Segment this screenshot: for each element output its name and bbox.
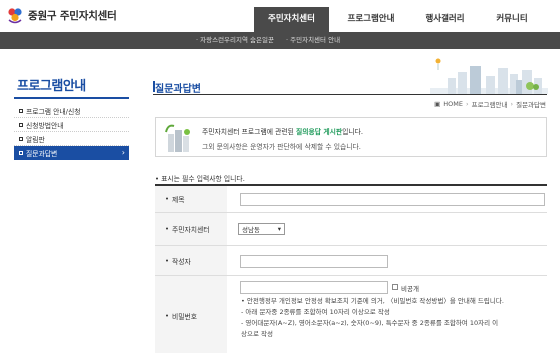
square-bullet-icon bbox=[19, 108, 23, 113]
form-row-title: • 제목 bbox=[155, 186, 547, 213]
lnb-divider bbox=[14, 97, 129, 99]
form-row-password: • 비밀번호 비공개 • 안전행정부 개인정보 안정성 확보조치 기준에 의거, … bbox=[155, 276, 547, 353]
breadcrumb-home[interactable]: HOME bbox=[443, 100, 463, 108]
gnb-item-center[interactable]: 주민자치센터 bbox=[254, 7, 329, 32]
gnb-item-community[interactable]: 커뮤니티 bbox=[482, 7, 542, 32]
square-bullet-icon bbox=[19, 136, 23, 141]
password-help-line: 상으로 작성 bbox=[241, 330, 273, 338]
square-bullet-icon bbox=[19, 151, 23, 155]
sub-nav-bar: · 자랑스런우리지역 숨은일꾼 · 주민자치센터 안내 bbox=[0, 32, 560, 49]
square-bullet-icon bbox=[19, 122, 23, 127]
breadcrumb-separator-icon: › bbox=[465, 100, 469, 108]
form-row-author: • 작성자 bbox=[155, 246, 547, 276]
subnav-link-center-info[interactable]: · 주민자치센터 안내 bbox=[286, 32, 340, 49]
author-input[interactable] bbox=[240, 255, 388, 268]
title-label: • 제목 bbox=[155, 186, 227, 212]
home-icon: ▣ bbox=[434, 100, 441, 108]
lnb-item-apply-guide[interactable]: 신청방법안내 bbox=[14, 118, 129, 132]
notice-highlight: 질의응답 게시판 bbox=[296, 128, 343, 136]
password-input[interactable] bbox=[240, 281, 388, 294]
breadcrumb-program[interactable]: 프로그램안내 bbox=[472, 99, 508, 109]
lnb-item-qna[interactable]: 질문과답변 › bbox=[14, 146, 129, 160]
global-nav: 주민자치센터 프로그램안내 행사갤러리 커뮤니티 bbox=[0, 0, 560, 32]
breadcrumb-separator-icon: › bbox=[510, 100, 514, 108]
password-help-line: • 안전행정부 개인정보 안정성 확보조치 기준에 의거, 〈비밀번호 작성방법… bbox=[241, 297, 504, 305]
breadcrumb-current: 질문과답변 bbox=[516, 101, 546, 109]
password-label: • 비밀번호 bbox=[155, 276, 227, 353]
chevron-right-icon: › bbox=[121, 148, 125, 157]
question-form: • 제목 • 주민자치센터 성남동 ▾ • 작성자 • 비밀번호 비공개 • 안전행정부… bbox=[155, 184, 547, 353]
breadcrumb: ▣ HOME › 프로그램안내 › 질문과답변 bbox=[434, 99, 546, 109]
notice-description: 주민자치센터 프로그램에 관련된 질의응답 게시판입니다. bbox=[202, 128, 364, 136]
city-skyline-illustration bbox=[430, 58, 548, 94]
dropdown-arrow-icon: ▾ bbox=[277, 225, 281, 233]
subnav-link-workers[interactable]: · 자랑스런우리지역 숨은일꾼 bbox=[196, 32, 274, 49]
page-title: 질문과답변 bbox=[155, 84, 201, 95]
lnb-item-notice-board[interactable]: 알림판 bbox=[14, 132, 129, 146]
board-notice-box: 주민자치센터 프로그램에 관련된 질의응답 게시판입니다. 그외 문의사항은 운… bbox=[155, 117, 547, 157]
password-help-line: - 영어대문자(A~Z), 영어소문자(a~z), 숫자(0~9), 특수문자 … bbox=[241, 319, 499, 327]
title-input[interactable] bbox=[240, 193, 545, 206]
secret-checkbox-label: 비공개 bbox=[401, 285, 419, 293]
form-row-center: • 주민자치센터 성남동 ▾ bbox=[155, 213, 547, 246]
gnb-item-gallery[interactable]: 행사갤러리 bbox=[411, 7, 479, 32]
title-underline bbox=[153, 94, 547, 95]
secret-checkbox[interactable] bbox=[392, 284, 398, 290]
buildings-illustration-icon bbox=[162, 122, 196, 154]
center-select[interactable]: 성남동 ▾ bbox=[238, 223, 285, 235]
required-fields-note: • 표시는 필수 입력사항 입니다. bbox=[155, 175, 245, 183]
gnb-item-program[interactable]: 프로그램안내 bbox=[335, 7, 407, 32]
password-help-line: - 아래 문자중 2종류를 조합하여 10자리 이상으로 작성 bbox=[241, 308, 390, 316]
lnb-menu: 프로그램 안내/신청 신청방법안내 알림판 질문과답변 › bbox=[14, 104, 129, 160]
center-label: • 주민자치센터 bbox=[155, 213, 227, 245]
notice-sub-description: 그외 문의사항은 운영자가 판단하에 삭제할 수 있습니다. bbox=[202, 143, 361, 151]
lnb-item-program-apply[interactable]: 프로그램 안내/신청 bbox=[14, 104, 129, 118]
site-header: 중원구 주민자치센터 주민자치센터 프로그램안내 행사갤러리 커뮤니티 bbox=[0, 0, 560, 32]
lnb-title: 프로그램안내 bbox=[17, 79, 86, 94]
author-label: • 작성자 bbox=[155, 246, 227, 275]
